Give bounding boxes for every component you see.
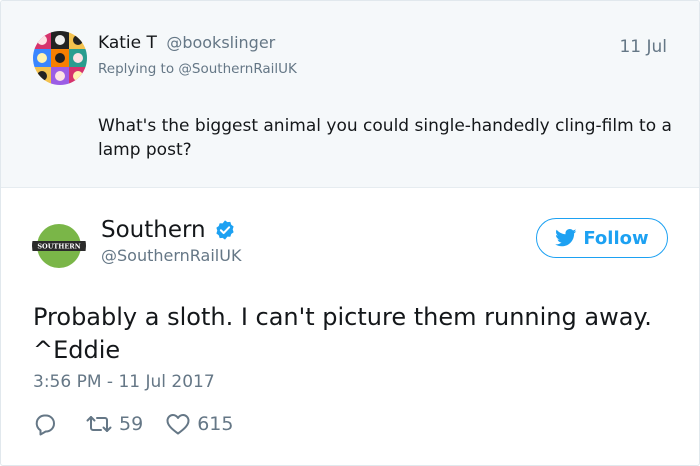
- replying-to-mention[interactable]: @SouthernRailUK: [178, 61, 297, 77]
- tweet-timestamp[interactable]: 3:56 PM - 11 Jul 2017: [33, 372, 215, 392]
- like-count: 615: [197, 413, 234, 435]
- reply-button[interactable]: [33, 412, 63, 436]
- reply-icon: [35, 414, 55, 436]
- author-handle[interactable]: @SouthernRailUK: [101, 246, 241, 265]
- verified-badge-icon: [214, 219, 236, 241]
- tweet-date[interactable]: 11 Jul: [619, 37, 667, 57]
- tweet-text-line: Probably a sloth. I can't picture them r…: [33, 303, 652, 331]
- follow-button[interactable]: Follow: [536, 218, 668, 258]
- avatar[interactable]: SOUTHERN: [32, 219, 86, 273]
- retweet-button[interactable]: 59: [85, 412, 143, 436]
- heart-icon: [166, 414, 190, 435]
- tweet-text-line: ^Eddie: [33, 336, 121, 364]
- author-name[interactable]: Southern: [101, 217, 206, 243]
- like-button[interactable]: 615: [165, 412, 233, 436]
- retweet-count: 59: [119, 413, 144, 435]
- replying-to: Replying to @SouthernRailUK: [98, 61, 297, 77]
- author-line: Southern: [101, 217, 236, 243]
- author-handle[interactable]: @bookslinger: [166, 33, 275, 52]
- tweet-card: Katie T @bookslinger 11 Jul Replying to …: [0, 0, 700, 466]
- southern-logo-text: SOUTHERN: [37, 243, 80, 251]
- parent-tweet[interactable]: Katie T @bookslinger 11 Jul Replying to …: [1, 1, 699, 188]
- author-name[interactable]: Katie T: [98, 33, 157, 53]
- replying-to-label: Replying to: [98, 61, 175, 77]
- avatar[interactable]: [33, 31, 87, 85]
- follow-label: Follow: [583, 227, 649, 249]
- tweet-text: What's the biggest animal you could sing…: [98, 116, 672, 160]
- tweet-text: Probably a sloth. I can't picture them r…: [33, 301, 683, 367]
- twitter-bird-icon: [555, 229, 577, 247]
- tweet-actions: 59 615: [33, 409, 255, 439]
- retweet-icon: [86, 416, 112, 432]
- author-line: Katie T @bookslinger: [98, 33, 275, 53]
